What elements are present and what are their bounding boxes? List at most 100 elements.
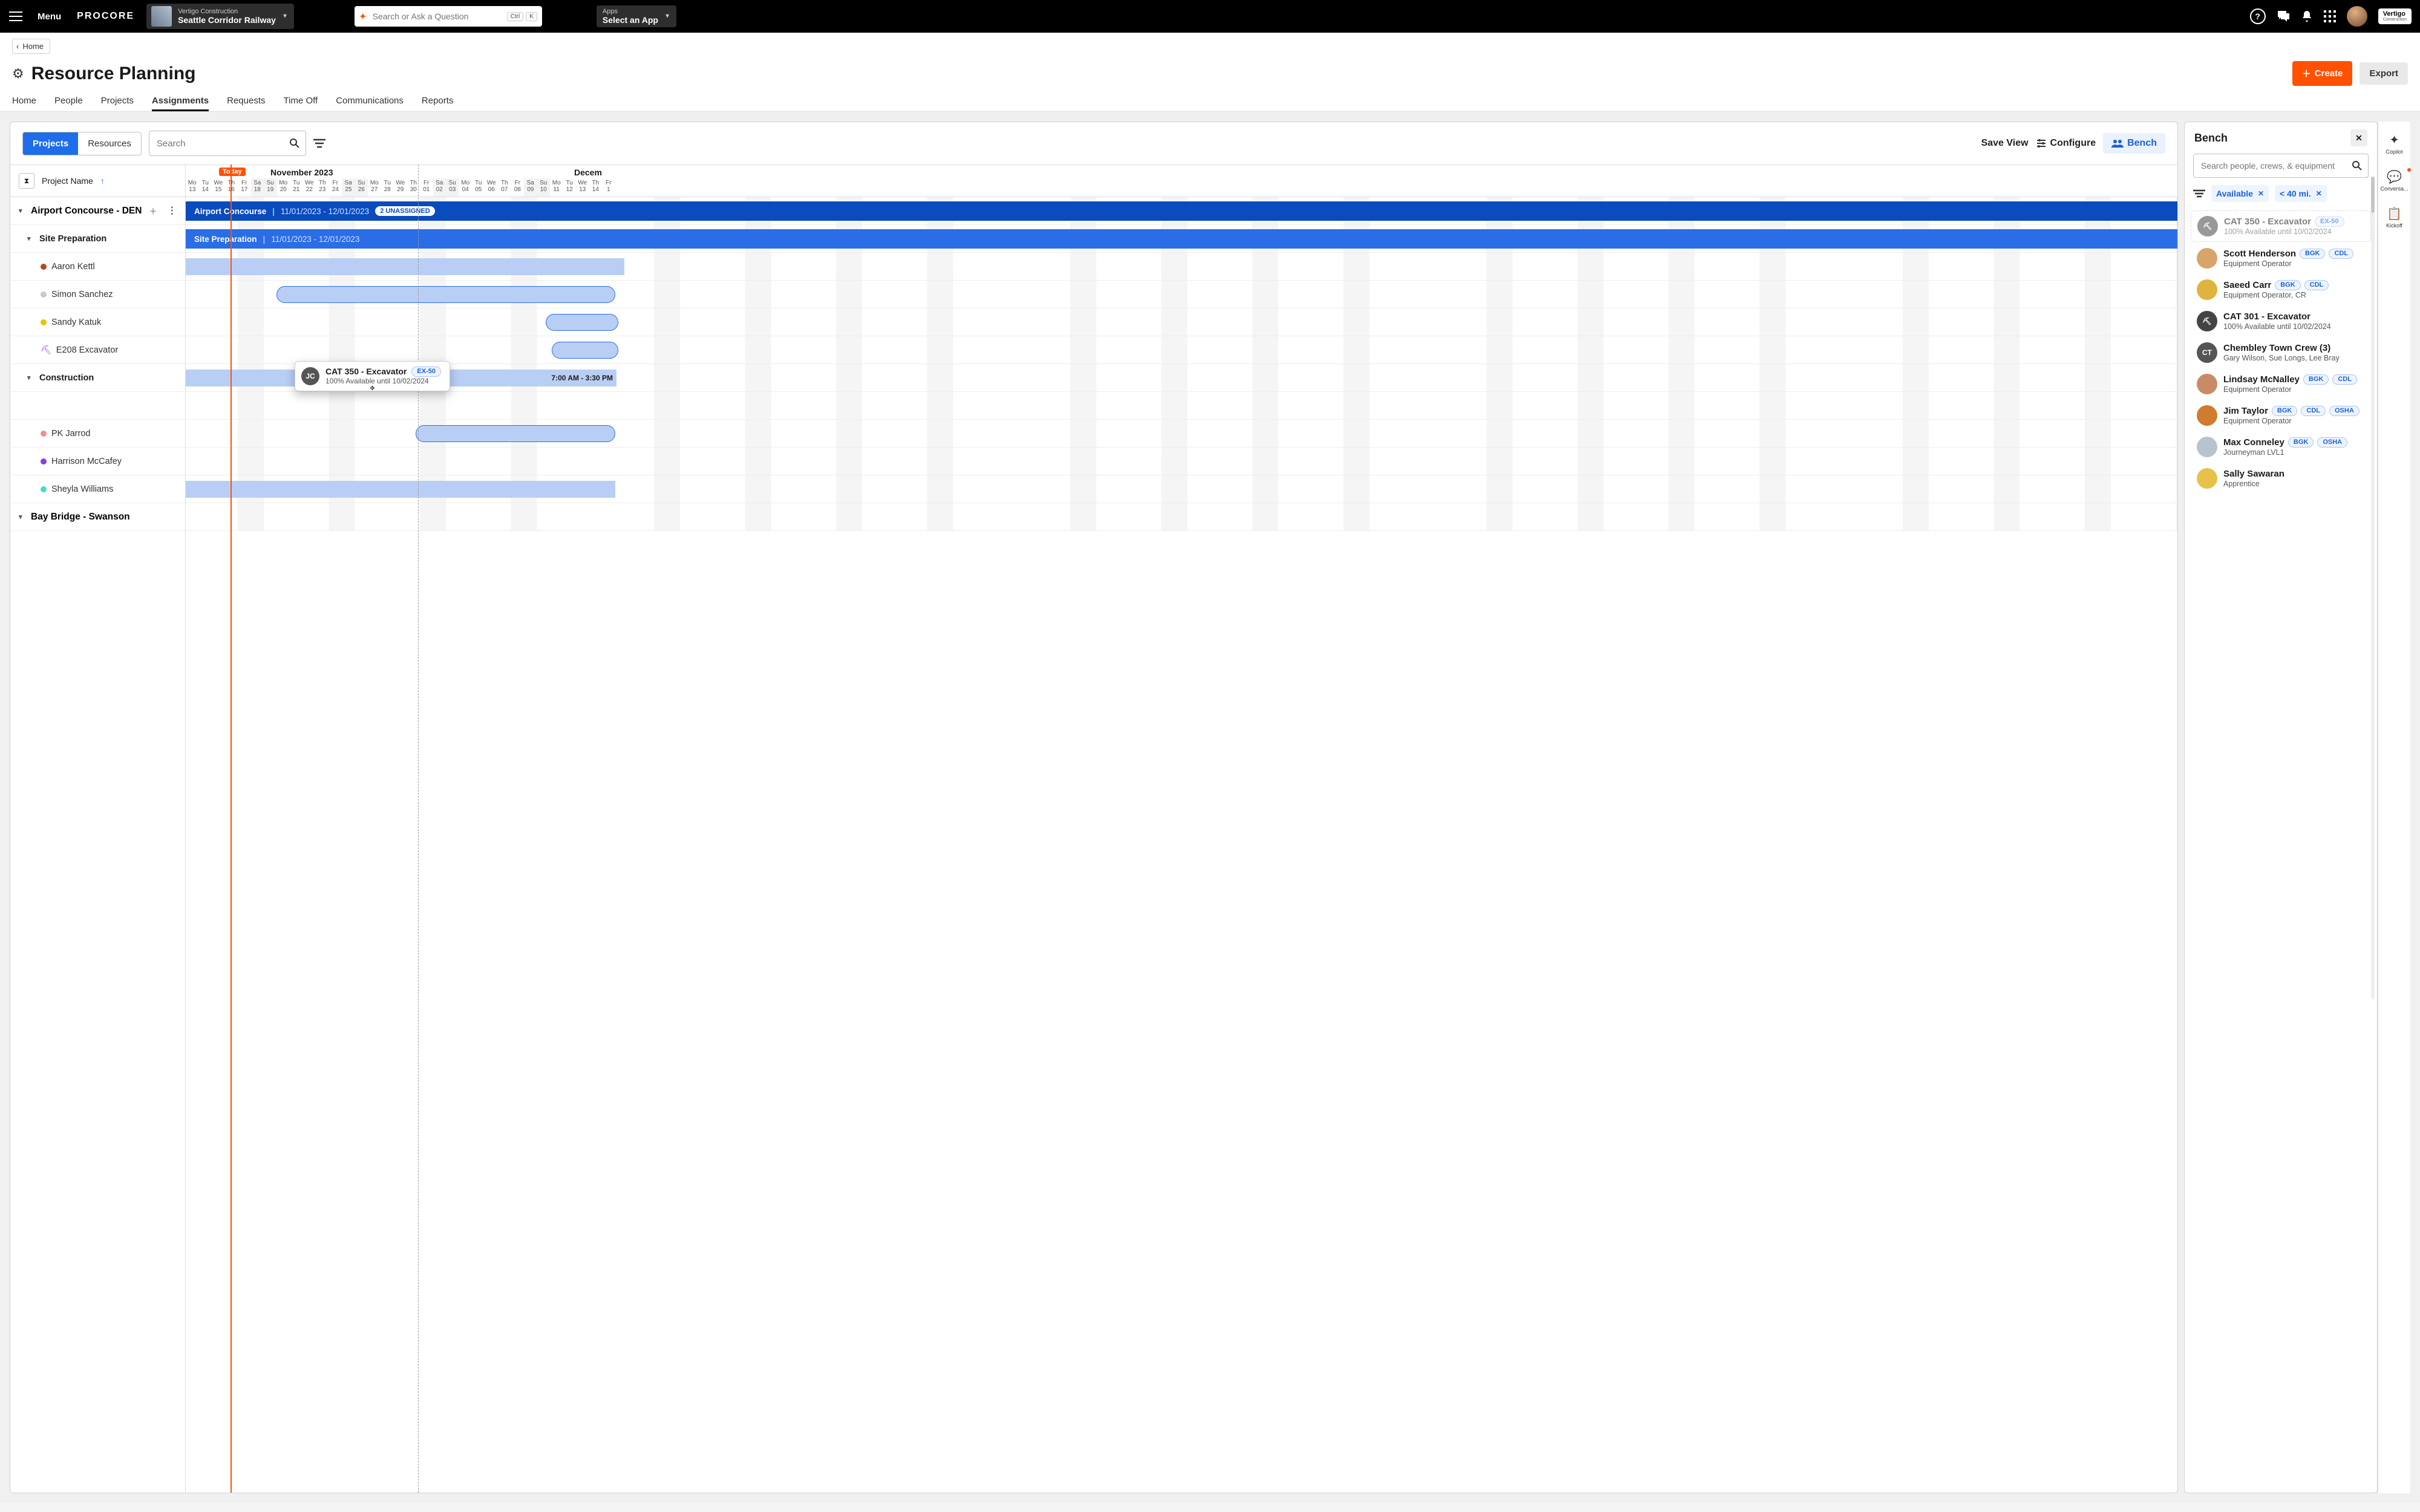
chip-available[interactable]: Available ✕ xyxy=(2211,185,2269,202)
gantt-bar[interactable]: 7:00 AM - 3:30 PM xyxy=(508,370,616,386)
company-badge[interactable]: Vertigo Construction xyxy=(2378,8,2412,24)
gantt-bar[interactable] xyxy=(459,370,508,386)
tab-communications[interactable]: Communications xyxy=(336,92,404,111)
drag-preview-card[interactable]: JC CAT 350 - Excavator EX-50 100% Availa… xyxy=(295,361,450,391)
bench-item[interactable]: Scott HendersonBGKCDLEquipment Operator xyxy=(2191,243,2371,273)
group-row[interactable]: ▾Airport Concourse - DEN＋⋮ xyxy=(10,197,185,225)
leaf-row[interactable]: Aaron Kettl xyxy=(10,253,185,281)
search-icon[interactable] xyxy=(2352,161,2362,171)
gantt-row[interactable] xyxy=(186,448,2177,475)
tab-projects[interactable]: Projects xyxy=(101,92,134,111)
gantt-row[interactable]: 7:00 AM - 3:30 PM xyxy=(186,364,2177,392)
context-selector[interactable]: Vertigo Construction Seattle Corridor Ra… xyxy=(146,4,294,29)
gantt-bar[interactable] xyxy=(186,258,364,275)
rail-kickoff[interactable]: 📋 Kickoff xyxy=(2386,206,2402,229)
bench-item[interactable]: Lindsay McNalleyBGKCDLEquipment Operator xyxy=(2191,369,2371,399)
bench-search[interactable] xyxy=(2193,154,2369,178)
gantt-bar[interactable] xyxy=(552,342,618,359)
leaf-row[interactable]: ⛏E208 Excavator xyxy=(10,336,185,364)
tab-home[interactable]: Home xyxy=(12,92,36,111)
gantt-row[interactable] xyxy=(186,475,2177,503)
sort-arrow-icon[interactable]: ↑ xyxy=(100,176,105,186)
gantt-row[interactable]: Site Preparation|11/01/2023 - 12/01/2023 xyxy=(186,225,2177,253)
chip-remove-icon[interactable]: ✕ xyxy=(2316,189,2322,198)
panel-search-input[interactable] xyxy=(155,138,290,149)
toggle-resources[interactable]: Resources xyxy=(78,132,141,155)
gantt-bar[interactable] xyxy=(416,425,615,442)
bench-item[interactable]: Max ConneleyBGKOSHAJourneyman LVL1 xyxy=(2191,432,2371,462)
gantt-row[interactable] xyxy=(186,281,2177,308)
gear-icon[interactable]: ⚙ xyxy=(12,66,24,82)
gantt-row[interactable] xyxy=(186,503,2177,531)
leaf-row[interactable]: PK Jarrod xyxy=(10,420,185,448)
gantt-bar[interactable] xyxy=(546,314,618,331)
subgroup-row[interactable]: ▾Construction xyxy=(10,364,185,392)
gantt-bar[interactable] xyxy=(186,481,615,498)
add-icon[interactable]: ＋ xyxy=(149,205,157,217)
gantt-bar[interactable]: Site Preparation|11/01/2023 - 12/01/2023 xyxy=(186,229,2177,249)
bench-item[interactable]: Saeed CarrBGKCDLEquipment Operator, CR xyxy=(2191,275,2371,305)
gantt-row[interactable] xyxy=(186,420,2177,448)
bench-item[interactable]: ⛏CAT 301 - Excavator100% Available until… xyxy=(2191,306,2371,336)
tab-requests[interactable]: Requests xyxy=(227,92,265,111)
group-row[interactable]: ▾Bay Bridge - Swanson xyxy=(10,503,185,531)
panel-search[interactable] xyxy=(149,131,306,156)
bench-search-input[interactable] xyxy=(2200,160,2352,171)
gantt-row[interactable]: Airport Concourse|11/01/2023 - 12/01/202… xyxy=(186,197,2177,225)
column-project-name[interactable]: Project Name xyxy=(42,176,93,186)
create-button[interactable]: ＋ Create xyxy=(2292,61,2353,86)
bench-close-button[interactable]: ✕ xyxy=(2350,129,2367,146)
gantt-bar[interactable] xyxy=(364,258,382,275)
tab-assignments[interactable]: Assignments xyxy=(152,92,209,111)
gantt-bar[interactable] xyxy=(382,258,624,275)
breadcrumb-home[interactable]: ‹ Home xyxy=(12,39,50,54)
gantt-bar[interactable]: Airport Concourse|11/01/2023 - 12/01/202… xyxy=(186,201,2177,221)
chip-distance[interactable]: < 40 mi. ✕ xyxy=(2275,185,2327,202)
gantt-row[interactable] xyxy=(186,308,2177,336)
bench-scroll-thumb[interactable] xyxy=(2371,177,2375,213)
configure-button[interactable]: Configure xyxy=(2036,138,2096,149)
menu-label[interactable]: Menu xyxy=(38,11,61,22)
kebab-icon[interactable]: ⋮ xyxy=(168,205,177,217)
toggle-projects[interactable]: Projects xyxy=(23,132,78,155)
gantt-row[interactable] xyxy=(186,392,2177,420)
apps-grid-icon[interactable] xyxy=(2324,10,2336,22)
filter-icon[interactable] xyxy=(313,138,325,148)
chip-remove-icon[interactable]: ✕ xyxy=(2258,189,2264,198)
bench-item[interactable]: Sally SawaranApprentice xyxy=(2191,463,2371,494)
bench-filter-icon[interactable] xyxy=(2193,189,2205,198)
tab-people[interactable]: People xyxy=(54,92,83,111)
apps-selector[interactable]: Apps Select an App ▼ xyxy=(597,5,676,28)
save-view-button[interactable]: Save View xyxy=(1981,138,2029,149)
bench-scrollbar[interactable] xyxy=(2371,177,2375,999)
bench-item[interactable]: CTChembley Town Crew (3)Gary Wilson, Sue… xyxy=(2191,337,2371,368)
tab-time-off[interactable]: Time Off xyxy=(284,92,318,111)
search-icon[interactable] xyxy=(290,138,299,148)
sparkle-icon: ✦ xyxy=(359,11,367,22)
menu-icon[interactable] xyxy=(8,9,23,24)
export-button[interactable]: Export xyxy=(2360,62,2408,85)
bench-item[interactable]: ⛏CAT 350 - ExcavatorEX-50100% Available … xyxy=(2191,210,2371,242)
user-avatar[interactable] xyxy=(2347,6,2367,27)
leaf-row[interactable]: Sheyla Williams xyxy=(10,475,185,503)
tab-reports[interactable]: Reports xyxy=(422,92,454,111)
brand-logo[interactable]: PROCORE xyxy=(77,11,134,22)
rail-conversations[interactable]: 💬 Conversa... xyxy=(2380,169,2408,192)
bell-icon[interactable] xyxy=(2301,10,2313,23)
leaf-row[interactable]: Sandy Katuk xyxy=(10,308,185,336)
bench-item[interactable]: Jim TaylorBGKCDLOSHAEquipment Operator xyxy=(2191,400,2371,431)
leaf-row[interactable]: Simon Sanchez xyxy=(10,281,185,308)
rail-copilot[interactable]: ✦ Copilot xyxy=(2386,132,2402,155)
gantt-bar[interactable] xyxy=(276,286,615,303)
leaf-row[interactable]: Harrison McCafey xyxy=(10,448,185,475)
hourglass-icon[interactable]: ⧗ xyxy=(19,173,34,189)
gantt-row[interactable] xyxy=(186,336,2177,364)
help-icon[interactable]: ? xyxy=(2250,8,2266,24)
subgroup-row[interactable]: ▾Site Preparation xyxy=(10,225,185,253)
global-search[interactable]: ✦ CtrlK xyxy=(355,6,542,27)
chat-icon[interactable] xyxy=(2277,10,2290,23)
gantt-row[interactable] xyxy=(186,253,2177,281)
bench-toggle[interactable]: Bench xyxy=(2103,133,2165,154)
global-search-input[interactable] xyxy=(371,11,502,22)
tag-chip: BGK xyxy=(2303,374,2329,385)
